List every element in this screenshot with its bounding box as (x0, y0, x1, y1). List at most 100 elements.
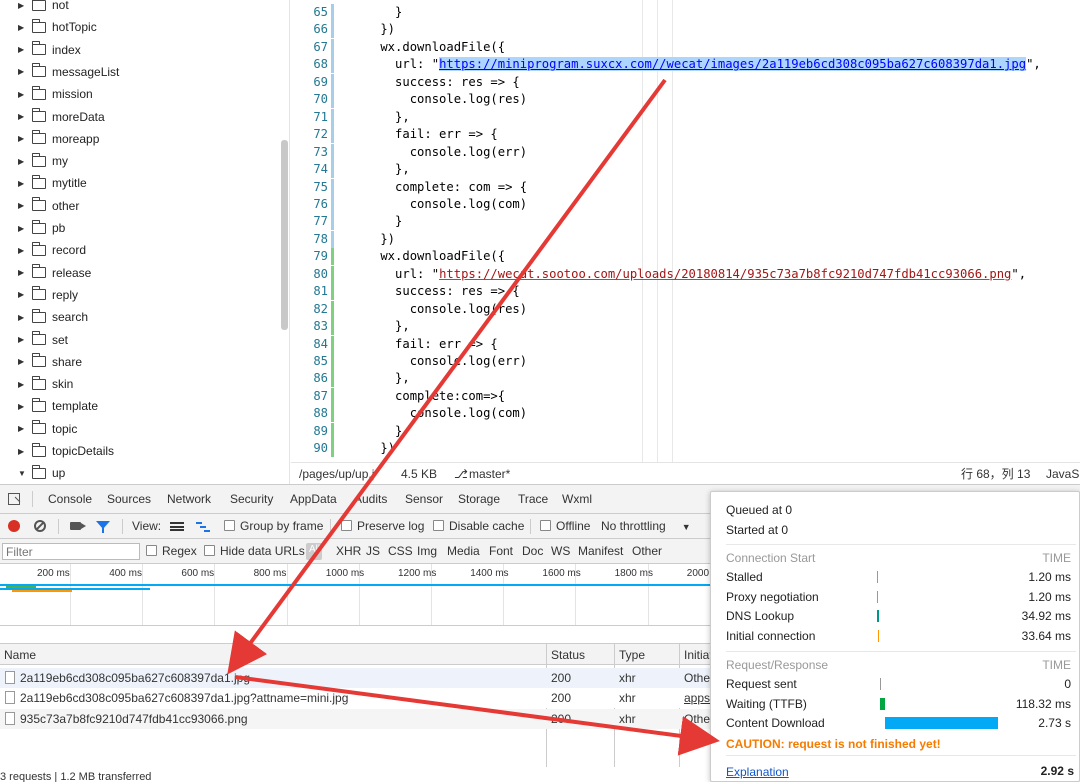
code-line[interactable]: 84 fail: err => { (291, 335, 1080, 353)
code-line[interactable]: 89 } (291, 422, 1080, 440)
tree-item[interactable]: ▶ my (0, 150, 68, 172)
code-line[interactable]: 78 }) (291, 230, 1080, 248)
filter-type-doc[interactable]: Doc (522, 544, 543, 558)
code-line[interactable]: 65 } (291, 4, 1080, 21)
collapsed-arrow-icon[interactable]: ▶ (18, 201, 32, 210)
url-string[interactable]: https://wecat.sootoo.com/uploads/2018081… (439, 267, 1011, 281)
code-line[interactable]: 77 } (291, 213, 1080, 231)
tab-network[interactable]: Network (167, 492, 211, 506)
collapsed-arrow-icon[interactable]: ▶ (18, 67, 32, 76)
tree-item[interactable]: ▶ template (0, 395, 98, 417)
code-line[interactable]: 71 }, (291, 108, 1080, 126)
tab-console[interactable]: Console (48, 492, 92, 506)
request-initiator[interactable]: Othe (684, 671, 710, 685)
column-name[interactable]: Name (4, 648, 36, 662)
filter-type-css[interactable]: CSS (388, 544, 413, 558)
collapsed-arrow-icon[interactable]: ▶ (18, 447, 32, 456)
tree-item[interactable]: ▶ moreapp (0, 128, 99, 150)
collapsed-arrow-icon[interactable]: ▶ (18, 380, 32, 389)
tree-item[interactable]: ▼ up (0, 462, 65, 484)
explanation-link[interactable]: Explanation (726, 765, 789, 779)
tree-item[interactable]: ▶ release (0, 262, 91, 284)
collapsed-arrow-icon[interactable]: ▶ (18, 290, 32, 299)
large-rows-icon[interactable] (170, 522, 184, 531)
tab-security[interactable]: Security (230, 492, 273, 506)
request-initiator[interactable]: Othe (684, 712, 710, 726)
tree-item[interactable]: ▶ mission (0, 83, 93, 105)
collapsed-arrow-icon[interactable]: ▶ (18, 246, 32, 255)
code-line[interactable]: 67 wx.downloadFile({ (291, 38, 1080, 56)
tab-storage[interactable]: Storage (458, 492, 500, 506)
code-line[interactable]: 70 console.log(res) (291, 91, 1080, 109)
column-status[interactable]: Status (551, 648, 585, 662)
tree-item[interactable]: ▶ moreData (0, 106, 105, 128)
collapsed-arrow-icon[interactable]: ▶ (18, 268, 32, 277)
code-line[interactable]: 81 success: res => { (291, 283, 1080, 301)
clear-icon[interactable] (34, 520, 46, 532)
collapsed-arrow-icon[interactable]: ▶ (18, 1, 32, 10)
record-icon[interactable] (8, 520, 20, 532)
code-line[interactable]: 72 fail: err => { (291, 126, 1080, 144)
code-line[interactable]: 86 }, (291, 370, 1080, 388)
filter-type-font[interactable]: Font (489, 544, 513, 558)
filter-type-xhr[interactable]: XHR (336, 544, 361, 558)
tree-item[interactable]: ▶ mytitle (0, 172, 87, 194)
url-string[interactable]: https://miniprogram.suxcx.com//wecat/ima… (439, 57, 1027, 72)
collapsed-arrow-icon[interactable]: ▶ (18, 90, 32, 99)
code-line[interactable]: 68 url: "https://miniprogram.suxcx.com//… (291, 56, 1080, 74)
tree-item[interactable]: ▶ share (0, 351, 82, 373)
tree-item[interactable]: ▶ reply (0, 284, 78, 306)
column-type[interactable]: Type (619, 648, 645, 662)
collapsed-arrow-icon[interactable]: ▶ (18, 134, 32, 143)
filter-type-other[interactable]: Other (632, 544, 662, 558)
tree-item[interactable]: ▶ topicDetails (0, 440, 114, 462)
tree-item[interactable]: ▶ set (0, 329, 68, 351)
code-line[interactable]: 66 }) (291, 21, 1080, 39)
code-line[interactable]: 80 url: "https://wecat.sootoo.com/upload… (291, 265, 1080, 283)
tree-item[interactable]: ▶ record (0, 239, 86, 261)
tab-wxml[interactable]: Wxml (562, 492, 592, 506)
filter-type-ws[interactable]: WS (551, 544, 570, 558)
collapsed-arrow-icon[interactable]: ▶ (18, 402, 32, 411)
inspect-element-icon[interactable] (8, 493, 20, 505)
code-line[interactable]: 87 complete:com=>{ (291, 387, 1080, 405)
code-line[interactable]: 69 success: res => { (291, 73, 1080, 91)
group-by-frame-checkbox[interactable]: Group by frame (224, 519, 323, 533)
collapsed-arrow-icon[interactable]: ▶ (18, 23, 32, 32)
tab-audits[interactable]: Audits (354, 492, 387, 506)
collapsed-arrow-icon[interactable]: ▶ (18, 45, 32, 54)
tree-item[interactable]: ▶ hotTopic (0, 16, 97, 38)
tree-item[interactable]: ▶ messageList (0, 61, 119, 83)
collapsed-arrow-icon[interactable]: ▶ (18, 157, 32, 166)
git-branch[interactable]: master* (469, 467, 510, 481)
column-initiator[interactable]: Initiat (684, 648, 713, 662)
code-line[interactable]: 73 console.log(err) (291, 143, 1080, 161)
code-line[interactable]: 82 console.log(res) (291, 300, 1080, 318)
code-line[interactable]: 76 console.log(com) (291, 195, 1080, 213)
code-line[interactable]: 83 }, (291, 318, 1080, 336)
tree-item[interactable]: ▶ topic (0, 418, 77, 440)
filter-input[interactable] (2, 543, 140, 560)
code-editor[interactable]: 65 } 66 }) 67 wx.downloadFile({68 url: "ht… (291, 0, 1080, 462)
tree-item[interactable]: ▶ index (0, 39, 81, 61)
tree-item[interactable]: ▶ not (0, 0, 69, 16)
collapsed-arrow-icon[interactable]: ▶ (18, 424, 32, 433)
tree-item[interactable]: ▶ pb (0, 217, 65, 239)
filter-all-label[interactable]: All (309, 544, 320, 555)
tab-sources[interactable]: Sources (107, 492, 151, 506)
expanded-arrow-icon[interactable]: ▼ (18, 469, 32, 478)
collapsed-arrow-icon[interactable]: ▶ (18, 112, 32, 121)
collapsed-arrow-icon[interactable]: ▶ (18, 335, 32, 344)
regex-checkbox[interactable]: Regex (146, 544, 197, 558)
throttling-select[interactable]: No throttling ▼ (601, 519, 691, 533)
filter-type-manifest[interactable]: Manifest (578, 544, 623, 558)
waterfall-view-icon[interactable] (196, 522, 210, 532)
tree-item[interactable]: ▶ other (0, 195, 79, 217)
request-initiator[interactable]: apps (684, 691, 710, 705)
hide-data-urls-checkbox[interactable]: Hide data URLs (204, 544, 305, 558)
code-line[interactable]: 75 complete: com => { (291, 178, 1080, 196)
filter-funnel-icon[interactable] (96, 521, 110, 533)
code-line[interactable]: 79 wx.downloadFile({ (291, 248, 1080, 266)
preserve-log-checkbox[interactable]: Preserve log (341, 519, 424, 533)
language-mode[interactable]: JavaS (1046, 467, 1079, 481)
